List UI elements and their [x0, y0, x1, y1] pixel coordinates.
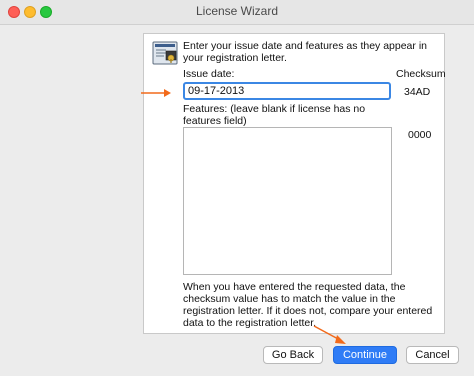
go-back-button[interactable]: Go Back: [263, 346, 323, 364]
issue-date-input[interactable]: [183, 82, 391, 100]
issue-date-checksum: 34AD: [404, 86, 431, 98]
license-wizard-icon: [152, 41, 178, 65]
arrow-icon: [141, 89, 171, 97]
arrow-icon: [313, 325, 346, 344]
cancel-button[interactable]: Cancel: [406, 346, 459, 364]
issue-date-label: Issue date:: [183, 68, 235, 80]
title-bar: License Wizard: [0, 0, 474, 25]
features-checksum: 0000: [408, 129, 432, 141]
features-label: Features: (leave blank if license has no…: [183, 103, 366, 127]
window-title: License Wizard: [195, 4, 279, 18]
instructions-text: When you have entered the requested data…: [183, 281, 433, 329]
features-textarea[interactable]: [183, 127, 392, 275]
continue-button[interactable]: Continue: [333, 346, 397, 364]
intro-text: Enter your issue date and features as th…: [183, 40, 427, 64]
checksum-label: Checksum: [396, 68, 446, 80]
